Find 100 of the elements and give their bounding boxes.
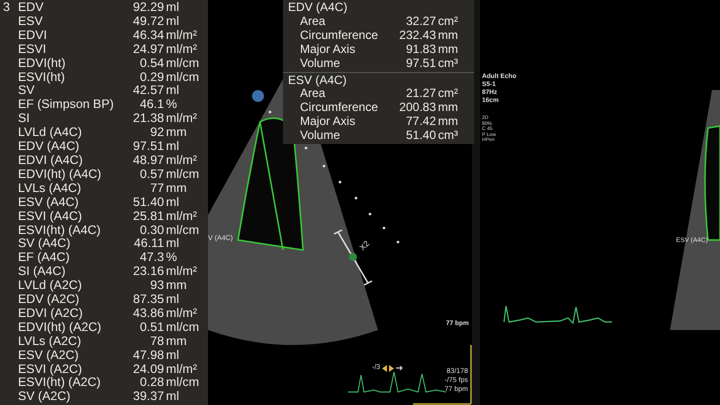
list-index: 3 (3, 1, 10, 15)
tracing-label: Volume (299, 129, 342, 144)
measurement-unit: ml/m² (165, 210, 197, 224)
tracing-label: Circumference (299, 101, 380, 116)
measurement-unit: mm (165, 279, 187, 294)
measurement-value: 93 (149, 279, 164, 294)
tracing-value: 232.43 (398, 28, 436, 43)
measurement-value: 0.29 (138, 70, 164, 84)
measurement-label: EF (Simpson BP) (18, 98, 115, 112)
measurement-unit: % (165, 251, 178, 266)
tracing-label: Major Axis (299, 42, 356, 57)
measurement-label: ESVI(ht) (A2C) (18, 376, 102, 390)
measurement-label: LVLd (A4C) (18, 126, 83, 140)
tracing-unit: mm (437, 28, 458, 43)
marker-dot-icon (252, 90, 264, 102)
measurement-label: LVLd (A2C) (18, 279, 83, 294)
measurement-unit: ml (165, 237, 180, 252)
measurement-value: 46.11 (132, 237, 164, 252)
measurement-unit: ml/cm (165, 376, 200, 390)
measurement-label: EDVI(ht) (A4C) (18, 168, 102, 182)
measurement-unit: ml (165, 196, 180, 210)
measurement-value: 47.3 (138, 251, 164, 266)
tracing-value: 51.40 (404, 129, 436, 144)
caliper (334, 229, 372, 286)
measurement-value: 0.28 (138, 376, 164, 390)
measurement-value: 51.40 (132, 196, 164, 210)
tracing-unit: cm² (437, 87, 458, 102)
measurement-unit: ml/m² (165, 42, 197, 57)
measurement-value: 0.57 (138, 168, 164, 182)
measurement-value: 48.97 (132, 154, 164, 168)
measurement-unit: ml (165, 293, 180, 307)
measurement-unit: ml/cm (165, 224, 200, 238)
measurement-value: 87.35 (132, 293, 164, 307)
measurement-value: 0.30 (138, 224, 164, 238)
measurement-value: 97.51 (132, 140, 164, 154)
loop-icon[interactable] (396, 366, 404, 371)
measurement-unit: ml/cm (165, 56, 200, 71)
tracing-unit: cm³ (437, 129, 458, 144)
tracing-unit: mm (437, 115, 458, 130)
caliper-label: X2 (357, 238, 372, 254)
measurement-unit: ml (165, 84, 180, 98)
measurement-unit: mm (165, 182, 187, 196)
tracing-label: Circumference (299, 28, 380, 43)
measurement-label: ESVI(ht) (A4C) (18, 224, 102, 238)
tracing-unit: cm² (437, 14, 458, 29)
measurement-value: 0.51 (138, 320, 164, 335)
tracing-label: Major Axis (299, 115, 356, 130)
tracing-label: Area (299, 14, 326, 29)
measurement-unit: ml (165, 1, 180, 15)
measurement-unit: ml (165, 348, 180, 363)
measurement-unit: ml/cm (165, 70, 200, 84)
measurement-label: LVLs (A2C) (18, 334, 82, 349)
measurement-unit: % (165, 98, 178, 112)
tracing-value: 97.51 (404, 56, 436, 71)
measurement-label: EDVI(ht) (18, 56, 67, 71)
tracing-value: 200.83 (398, 101, 436, 116)
tracing-value: 91.83 (404, 42, 436, 57)
tracing-title: ESV (A4C) (288, 74, 348, 88)
measurement-value: 24.97 (132, 42, 164, 57)
measurement-value: 77 (149, 182, 164, 196)
measurement-value: 92.29 (132, 1, 164, 15)
measurement-value: 49.72 (132, 14, 164, 29)
measurement-unit: ml (165, 14, 180, 29)
tracing-value: 32.27 (404, 14, 436, 29)
tracing-value: 77.42 (404, 115, 436, 130)
previous-frame-icon[interactable] (382, 364, 388, 372)
measurement-unit: ml/m² (165, 362, 197, 376)
measurement-value: 21.38 (132, 112, 164, 126)
measurement-unit: ml (165, 390, 180, 404)
tracing-label: Volume (299, 56, 342, 71)
measurement-unit: ml/m² (165, 154, 197, 168)
measurement-value: 0.54 (138, 56, 164, 71)
tracing-title: EDV (A4C) (288, 1, 348, 15)
measurement-unit: ml (165, 140, 180, 154)
tracing-unit: mm (437, 42, 458, 57)
measurement-value: 47.98 (132, 348, 164, 363)
measurement-unit: ml/cm (165, 168, 200, 182)
measurement-value: 46.1 (138, 98, 164, 112)
measurement-label: EF (A4C) (18, 251, 71, 266)
measurement-value: 46.34 (132, 28, 164, 43)
measurement-label: LVLs (A4C) (18, 182, 82, 196)
caliper-handle-icon[interactable] (349, 253, 357, 261)
measurement-value: 39.37 (132, 390, 164, 404)
measurement-unit: ml/cm (165, 320, 200, 335)
tracing-unit: cm³ (437, 56, 458, 71)
tracing-unit: mm (437, 101, 458, 116)
measurement-value: 78 (149, 334, 164, 349)
measurement-unit: mm (165, 126, 187, 140)
measurement-value: 24.09 (132, 362, 164, 376)
measurement-value: 43.86 (132, 306, 164, 321)
measurement-unit: ml/m² (165, 112, 197, 126)
measurement-unit: ml/m² (165, 28, 197, 43)
measurement-label: EDVI(ht) (A2C) (18, 320, 102, 335)
measurement-value: 92 (149, 126, 164, 140)
frame-border (413, 345, 472, 405)
measurement-unit: ml/m² (165, 265, 197, 280)
tracing-value: 21.27 (404, 87, 436, 102)
next-frame-icon[interactable] (389, 364, 394, 372)
measurement-value: 25.81 (132, 210, 164, 224)
measurement-value: 42.57 (132, 84, 164, 98)
